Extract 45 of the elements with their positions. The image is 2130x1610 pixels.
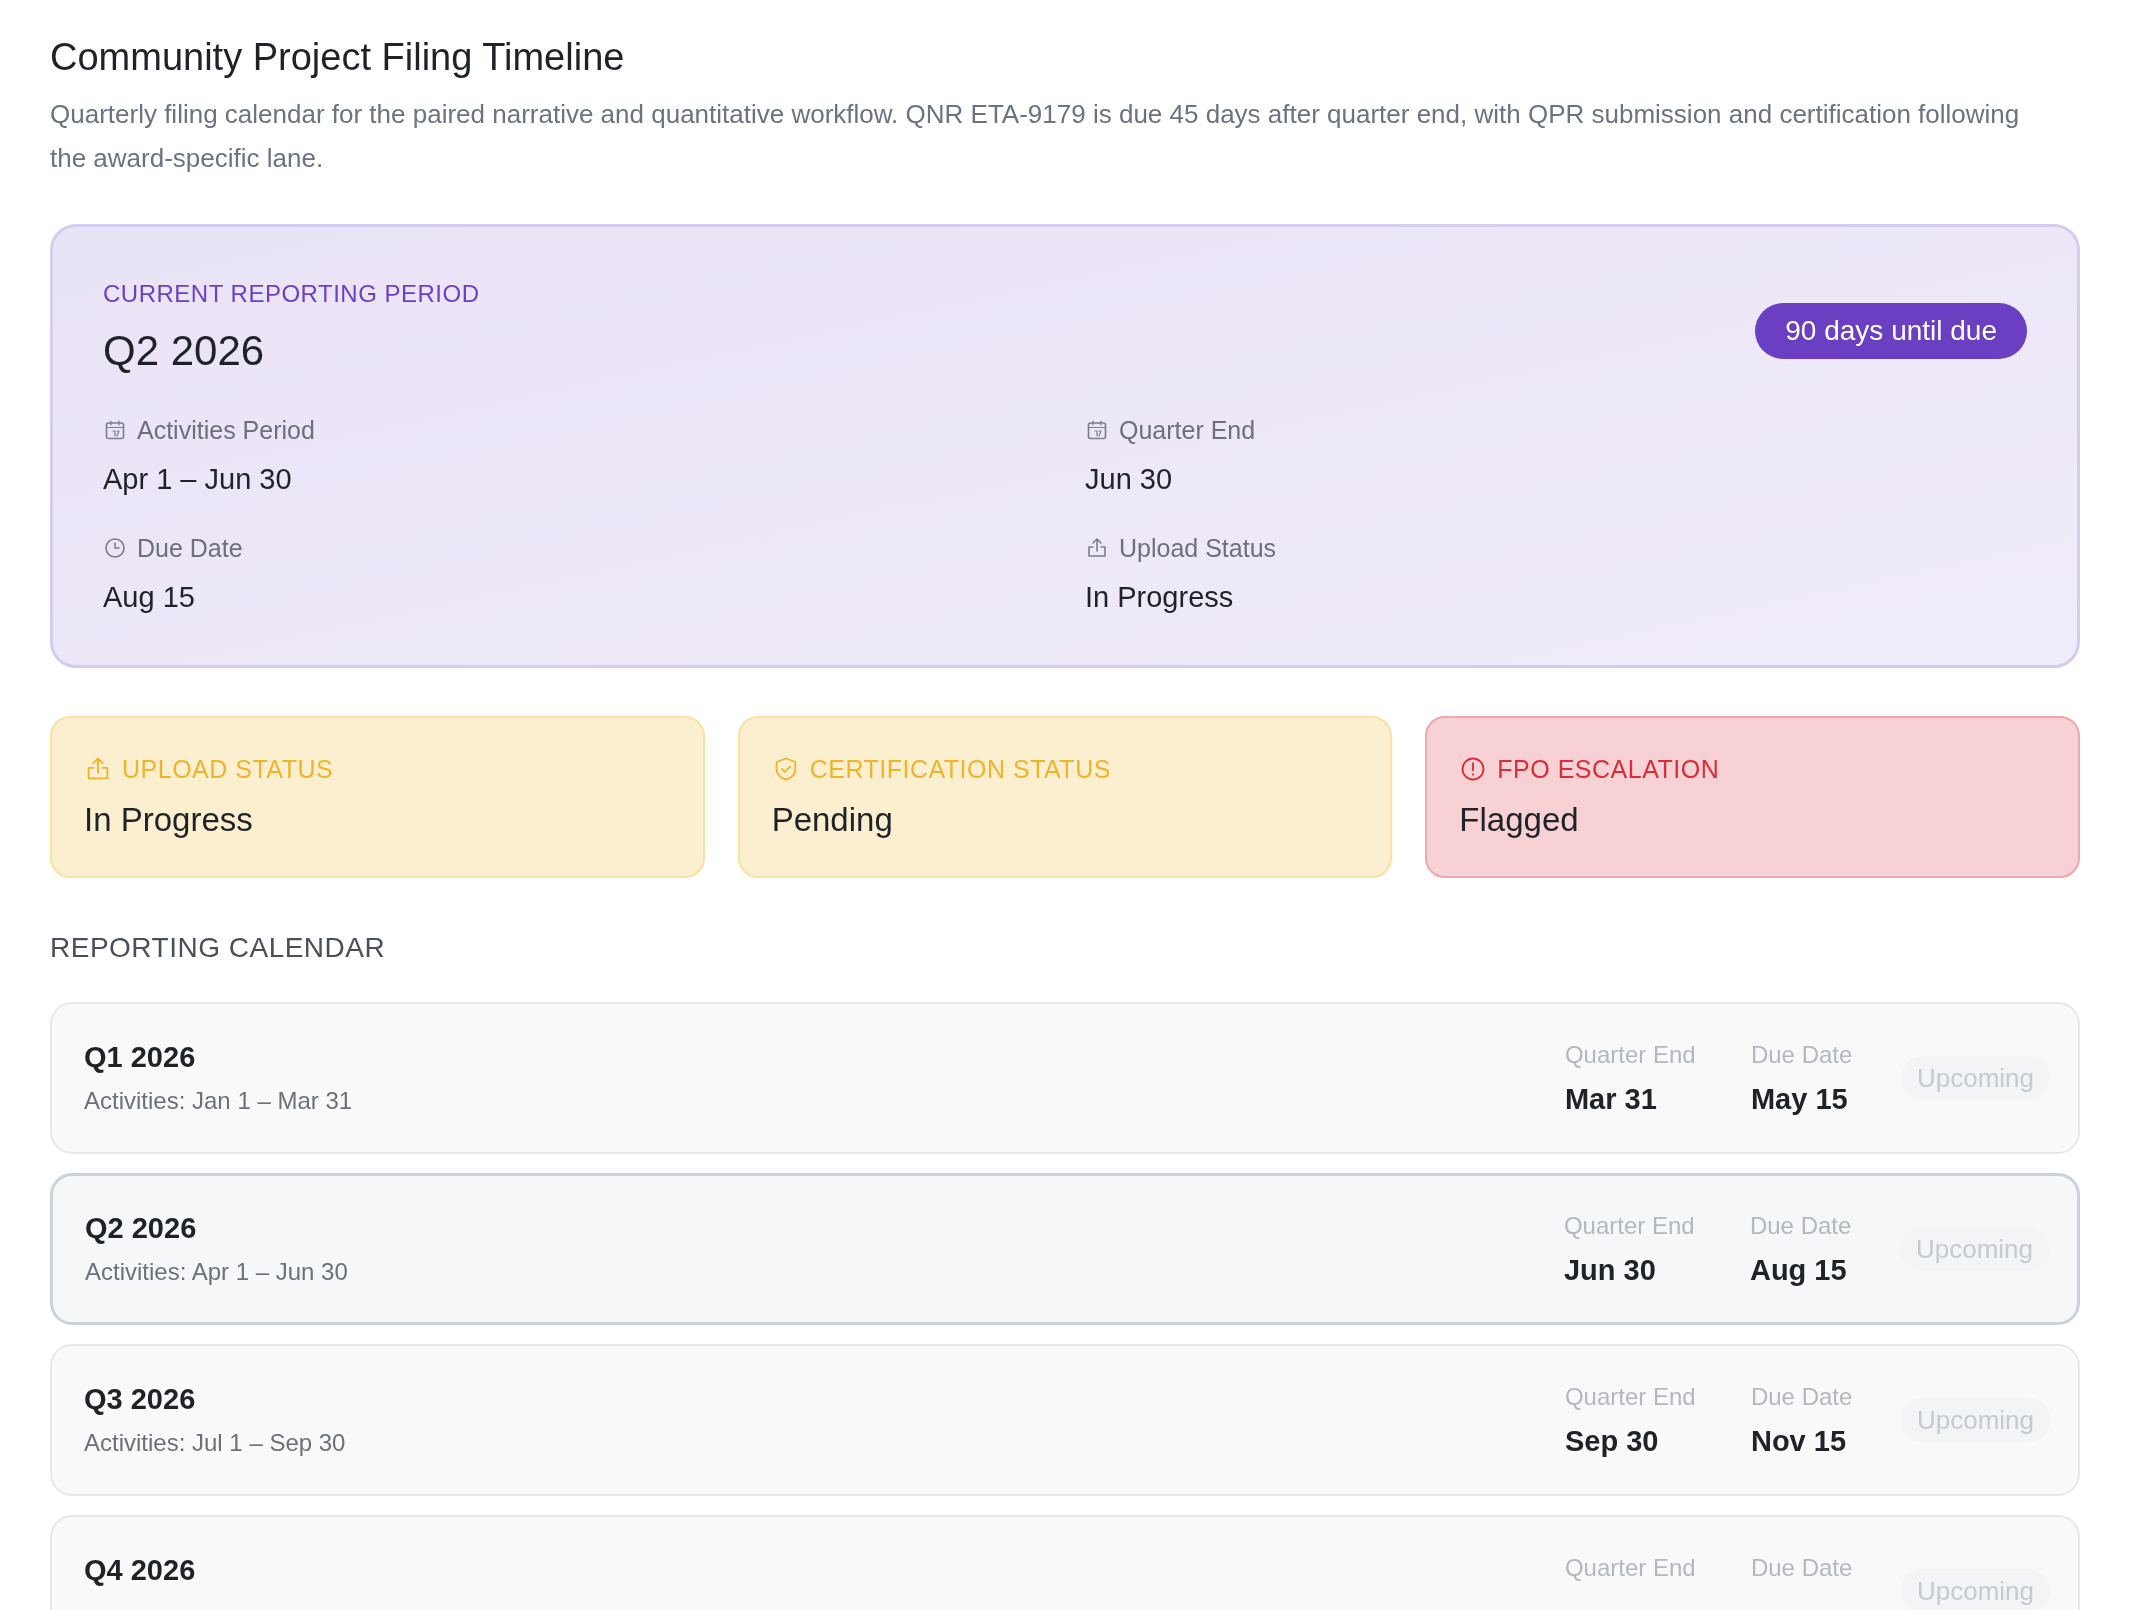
field-value: Apr 1 – Jun 30 — [103, 462, 293, 497]
page-description: Quarterly filing calendar for the paired narrative and quantitative workflow. QNR ETA-9179 is due 45 days after quarter end, with QPR submission and certification following the award-specific lane. — [50, 98, 2021, 175]
due-date: May 15 — [1750, 1082, 1849, 1117]
calendar-icon — [1085, 418, 1109, 442]
field-label: Quarter End — [1119, 415, 1256, 446]
field-value: In Progress — [1085, 580, 1235, 615]
quarter-end-label: Quarter End — [1564, 1553, 1697, 1583]
quarter-end-label: Quarter End — [1563, 1211, 1696, 1241]
quarter-title: Q2 2026 — [85, 1211, 198, 1246]
due-date-label: Due Date — [1750, 1553, 1854, 1583]
section-label: CURRENT REPORTING PERIOD — [103, 279, 480, 309]
activities-range: Activities: Apr 1 – Jun 30 — [85, 1257, 348, 1287]
status-value: Flagged — [1459, 800, 1580, 840]
quarter-end-label: Quarter End — [1564, 1382, 1697, 1412]
status-label: CERTIFICATION STATUS — [809, 754, 1111, 785]
field-value: Aug 15 — [103, 580, 196, 615]
due-date-label: Due Date — [1750, 1382, 1854, 1412]
quarter-title: Q3 2026 — [84, 1382, 197, 1417]
quarter-title: Q4 2026 — [84, 1553, 196, 1588]
field-label: Upload Status — [1119, 533, 1277, 564]
upload-icon — [1085, 536, 1109, 560]
days-until-due-badge: 90 days until due — [1755, 303, 2027, 359]
quarter-end-date: Mar 31 — [1564, 1082, 1658, 1117]
activities-range: Activities: Jul 1 – Sep 30 — [84, 1428, 346, 1458]
field-label: Due Date — [137, 533, 243, 564]
due-date: Nov 15 — [1750, 1424, 1848, 1459]
period-title: Q2 2026 — [103, 326, 266, 376]
due-date: Aug 15 — [1749, 1253, 1848, 1288]
quarter-end-date: Sep 30 — [1564, 1424, 1660, 1459]
status-value: Pending — [771, 800, 894, 840]
clock-icon — [103, 536, 127, 560]
quarter-end-date: Jun 30 — [1563, 1253, 1657, 1288]
activities-range: Activities: Jan 1 – Mar 31 — [84, 1086, 353, 1116]
status-label: UPLOAD STATUS — [122, 754, 334, 785]
calendar-icon — [103, 418, 127, 442]
quarter-end-label: Quarter End — [1564, 1040, 1697, 1070]
due-date-label: Due Date — [1750, 1040, 1854, 1070]
section-heading: REPORTING CALENDAR — [50, 931, 387, 965]
field-value: Jun 30 — [1085, 462, 1174, 497]
quarter-title: Q1 2026 — [84, 1040, 197, 1075]
field-label: Activities Period — [137, 415, 315, 446]
status-value: In Progress — [84, 800, 254, 840]
page-title: Community Project Filing Timeline — [50, 35, 626, 80]
status-label: FPO ESCALATION — [1497, 754, 1720, 785]
due-date-label: Due Date — [1749, 1211, 1853, 1241]
